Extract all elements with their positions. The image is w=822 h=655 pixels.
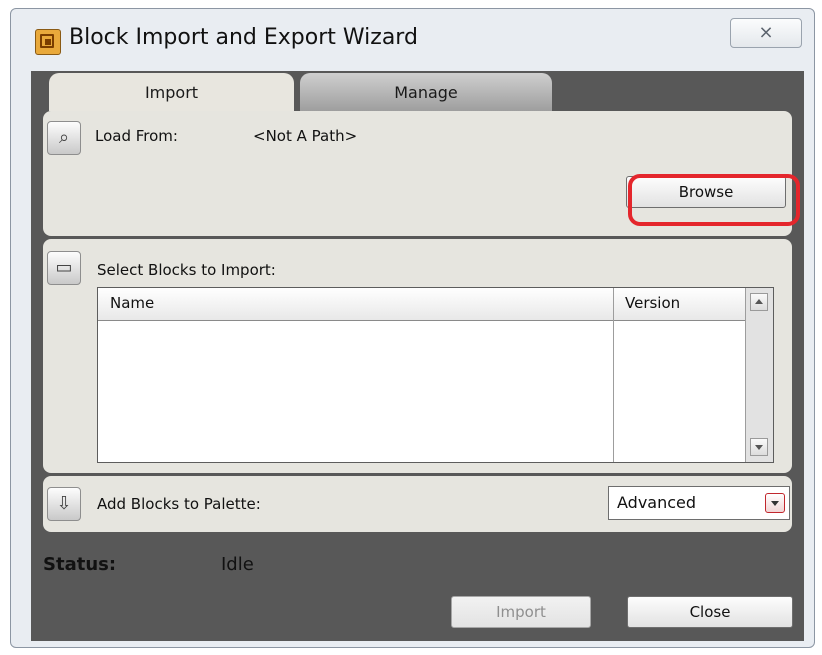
close-button[interactable]: Close [627,596,793,628]
import-button[interactable]: Import [451,596,591,628]
status-value: Idle [221,554,254,575]
wizard-window: Block Import and Export Wizard ⨯ Import … [10,8,815,648]
palette-select[interactable]: Advanced [608,486,790,520]
load-from-label: Load From: [95,127,178,145]
app-icon [35,29,61,55]
window-title: Block Import and Export Wizard [69,25,418,50]
palette-selected-value: Advanced [617,493,697,512]
tab-import[interactable]: Import [49,73,294,111]
folder-search-icon: ⌕ [47,121,81,155]
highlight-annotation [628,174,800,226]
scroll-up-icon[interactable] [750,293,768,311]
close-icon: ⨯ [758,22,774,43]
status-label: Status: [43,554,117,575]
chevron-down-icon[interactable] [765,493,785,513]
clipboard-icon: ▭ [47,251,81,285]
close-window-button[interactable]: ⨯ [730,18,802,48]
column-divider [613,288,614,462]
wizard-panel: Import Manage ⌕ Load From: <Not A Path> … [31,71,804,641]
table-header: Name Version [98,288,773,321]
vertical-scrollbar[interactable] [746,288,773,462]
scroll-down-icon[interactable] [750,438,768,456]
load-path-value: <Not A Path> [253,127,358,145]
column-header-name[interactable]: Name [110,288,154,320]
select-blocks-section: ▭ Select Blocks to Import: Name Version [43,239,792,473]
select-blocks-label: Select Blocks to Import: [97,261,276,279]
add-blocks-section: ⇩ Add Blocks to Palette: Advanced [43,476,792,532]
tab-manage[interactable]: Manage [300,73,552,111]
title-bar: Block Import and Export Wizard ⨯ [11,9,814,69]
add-blocks-label: Add Blocks to Palette: [97,495,261,513]
column-header-version[interactable]: Version [625,288,680,320]
download-arrow-icon: ⇩ [47,487,81,521]
blocks-table[interactable]: Name Version [97,287,774,463]
